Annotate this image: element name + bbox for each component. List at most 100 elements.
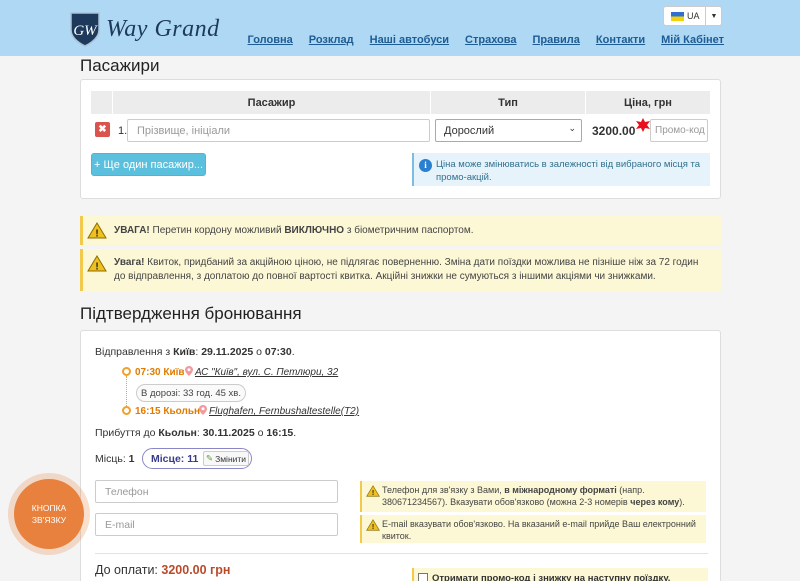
stop2-address[interactable]: Flughafen, Fernbushaltestelle(T2)	[209, 406, 359, 417]
arrival-time: 16:15	[266, 427, 294, 439]
svg-text:!: !	[95, 229, 98, 240]
warning-label: УВАГА!	[114, 225, 150, 236]
seats-count: 1	[128, 453, 135, 465]
warning-emphasis: ВИКЛЮЧНО	[284, 225, 345, 236]
remove-passenger-button[interactable]: ✖	[95, 122, 110, 137]
map-pin-icon	[199, 405, 207, 415]
warning-label: Увага!	[114, 257, 145, 268]
confirmation-title: Підтвердження бронювання	[80, 304, 302, 323]
map-pin-icon	[185, 366, 193, 376]
change-seat-button[interactable]: ✎ Змінити	[203, 451, 249, 466]
seat-number: Місце: 11	[151, 452, 199, 465]
chevron-down-icon: ⌄	[568, 123, 576, 133]
table-header: Пасажир Тип Ціна, грн	[91, 91, 710, 114]
header-cell-blank	[91, 91, 113, 114]
header-type: Тип	[431, 91, 586, 114]
route-start-dot	[122, 367, 131, 376]
seats-count-line: Місць: 1	[95, 453, 135, 465]
nav-buses[interactable]: Наші автобуси	[370, 34, 449, 46]
departure-line: Відправлення з Київ: 29.11.2025 о 07:30.	[95, 346, 295, 358]
stop1-time: 07:30 Київ	[135, 367, 185, 378]
promo-code-input[interactable]: Промо-код	[650, 119, 708, 142]
phone-note-emphasis: через кому	[630, 497, 680, 507]
info-icon: i	[419, 159, 432, 172]
email-input[interactable]: E-mail	[95, 513, 338, 536]
phone-note-emphasis: в міжнародному форматі	[504, 485, 617, 495]
arrival-date: 30.11.2025	[202, 427, 255, 439]
warning-icon: !	[366, 485, 380, 497]
caret-down-icon[interactable]: ▼	[705, 7, 722, 25]
nav-insurance[interactable]: Страхова	[465, 34, 516, 46]
main-nav: Головна Розклад Наші автобуси Страхова П…	[232, 34, 724, 46]
route-line	[126, 376, 127, 408]
warning-text-part: Квиток, придбаний за акційною ціною, не …	[114, 257, 699, 282]
at-text: о	[254, 427, 267, 439]
departure-label: Відправлення з	[95, 346, 174, 358]
language-code: UA	[687, 11, 700, 21]
add-passenger-button[interactable]: + Ще один пасажир...	[91, 153, 206, 176]
divider	[95, 553, 708, 554]
phone-input[interactable]: Телефон	[95, 480, 338, 503]
site-header: GW Way Grand UA ▼ Головна Розклад Наші а…	[0, 0, 800, 56]
passenger-type-value: Дорослий	[444, 124, 495, 137]
promo-warning-text: Увага! Квиток, придбаний за акційною цін…	[114, 256, 711, 284]
arrival-line: Прибуття до Кьольн: 30.11.2025 о 16:15.	[95, 427, 297, 439]
promo-warning: ! Увага! Квиток, придбаний за акційною ц…	[80, 249, 721, 291]
warning-icon: !	[366, 519, 380, 531]
phone-note-text: ).	[679, 497, 685, 507]
price-info-note: i Ціна може змінюватись в залежності від…	[412, 153, 710, 186]
email-note: ! E-mail вказувати обов'язково. На вказа…	[360, 515, 706, 543]
passengers-title: Пасажири	[80, 56, 160, 75]
logo-shield-icon: GW	[70, 12, 100, 47]
nav-schedule[interactable]: Розклад	[309, 34, 354, 46]
language-selector[interactable]: UA ▼	[663, 6, 722, 26]
ticket-price: 3200.00	[592, 124, 636, 138]
change-seat-label: Змінити	[215, 453, 247, 464]
svg-text:!: !	[372, 490, 374, 497]
email-note-text: E-mail вказувати обов'язково. На вказани…	[382, 519, 696, 541]
seats-label: Місць:	[95, 453, 126, 465]
departure-city: Київ	[173, 346, 196, 358]
arrival-label: Прибуття до	[95, 427, 159, 439]
nav-rules[interactable]: Правила	[533, 34, 580, 46]
total-to-pay: До оплати: 3200.00 грн	[95, 563, 230, 577]
border-warning-text: УВАГА! Перетин кордону можливий ВИКЛЮЧНО…	[114, 224, 711, 238]
departure-date: 29.11.2025	[201, 346, 254, 358]
warning-icon: !	[87, 255, 107, 272]
logo[interactable]: GW Way Grand	[68, 10, 220, 48]
checkbox[interactable]	[418, 573, 428, 581]
stop2-time: 16:15 Кьольн	[135, 406, 201, 417]
sale-burst-icon	[636, 118, 650, 132]
promo-checkbox-label: Отримати промо-код і знижку на наступну …	[432, 572, 671, 581]
stop1-address[interactable]: АС "Київ", вул. С. Петлюри, 32	[195, 367, 338, 378]
phone-note-text: Телефон для зв'язку з Вами,	[382, 485, 505, 495]
promo-next-trip-checkbox[interactable]: Отримати промо-код і знижку на наступну …	[412, 568, 708, 581]
svg-text:!: !	[372, 524, 374, 531]
warning-text-part: Перетин кордону можливий	[149, 225, 285, 236]
edit-icon: ✎	[205, 453, 214, 463]
travel-duration: В дорозі: 33 год. 45 хв.	[136, 384, 246, 402]
route-end-dot	[122, 406, 131, 415]
logo-text: Way Grand	[106, 15, 220, 42]
svg-text:!: !	[95, 262, 98, 273]
warning-text-part: з біометричним паспортом.	[344, 225, 474, 236]
warning-icon: !	[87, 222, 107, 239]
price-note-text: Ціна може змінюватись в залежності від в…	[436, 159, 701, 183]
svg-text:GW: GW	[73, 23, 98, 39]
nav-my-account[interactable]: Мій Кабінет	[661, 34, 724, 46]
phone-note: ! Телефон для зв'язку з Вами, в міжнарод…	[360, 481, 706, 512]
arrival-city: Кьольн	[158, 427, 197, 439]
nav-contacts[interactable]: Контакти	[596, 34, 645, 46]
callback-button[interactable]: КНОПКА ЗВ'ЯЗКУ	[14, 479, 84, 549]
total-value: 3200.00 грн	[161, 563, 231, 577]
passengers-table: Пасажир Тип Ціна, грн ✖ 1. Прізвище, іні…	[91, 91, 710, 142]
at-text: о	[253, 346, 265, 358]
passenger-name-input[interactable]: Прізвище, ініціали	[127, 119, 430, 142]
nav-home[interactable]: Головна	[248, 34, 293, 46]
total-label: До оплати:	[95, 563, 162, 577]
row-number: 1.	[118, 125, 128, 137]
departure-time: 07:30	[264, 346, 292, 358]
header-price: Ціна, грн	[624, 96, 672, 109]
passenger-type-select[interactable]: Дорослий ⌄	[435, 119, 582, 142]
border-warning: ! УВАГА! Перетин кордону можливий ВИКЛЮЧ…	[80, 216, 721, 245]
